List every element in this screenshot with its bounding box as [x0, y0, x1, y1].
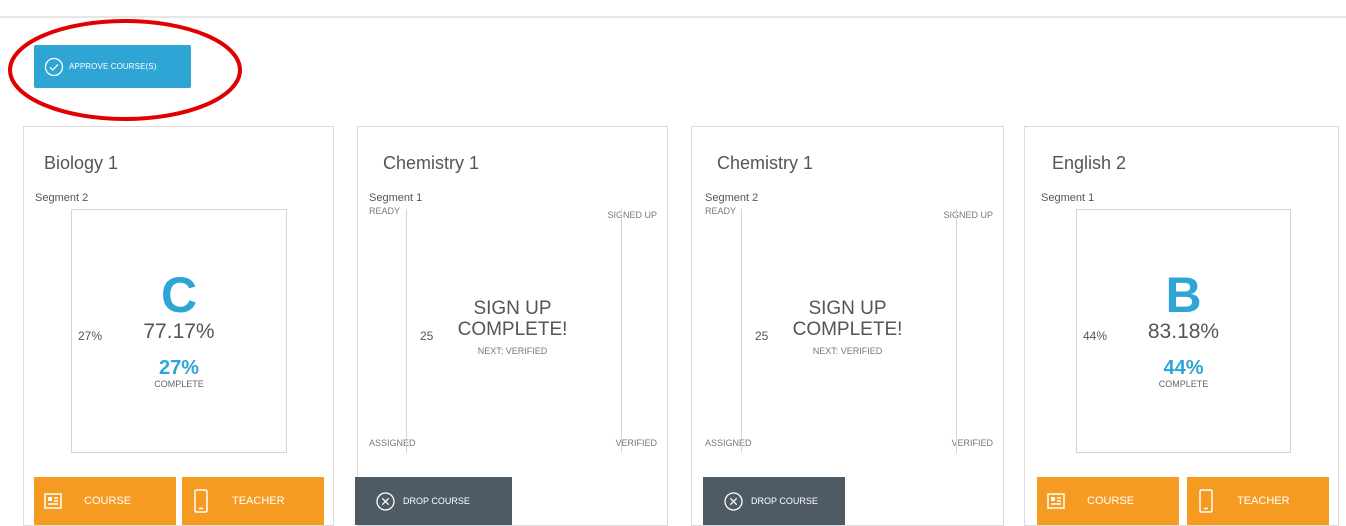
course-card-biology-1: Biology 1 Segment 2 C 27% 77.17% 27% COM… — [23, 126, 334, 526]
teacher-button-label: TEACHER — [1237, 495, 1290, 507]
complete-label: COMPLETE — [1158, 379, 1209, 389]
x-circle-icon — [376, 491, 395, 511]
course-button[interactable]: COURSE — [1037, 477, 1179, 525]
course-segment: Segment 1 — [1041, 192, 1095, 204]
signup-status: SIGN UP COMPLETE! — [358, 298, 667, 341]
grade-percent: 77.17% — [143, 320, 215, 343]
ready-label: READY — [705, 206, 737, 216]
course-segment: Segment 2 — [35, 192, 89, 204]
top-divider — [0, 16, 1346, 18]
approve-courses-button[interactable]: APPROVE COURSE(S) — [34, 45, 191, 88]
teacher-button[interactable]: TEACHER — [182, 477, 324, 525]
signup-status-line-1: SIGN UP — [473, 298, 552, 319]
signup-status: SIGN UP COMPLETE! — [692, 298, 1003, 341]
drop-course-label: DROP COURSE — [403, 496, 470, 506]
course-title: Chemistry 1 — [383, 153, 480, 173]
ready-label: READY — [369, 206, 401, 216]
drop-course-button[interactable]: DROP COURSE — [355, 477, 512, 525]
complete-label: COMPLETE — [154, 379, 204, 389]
course-card-icon — [1047, 489, 1065, 513]
drop-course-button[interactable]: DROP COURSE — [703, 477, 845, 525]
teacher-button[interactable]: TEACHER — [1187, 477, 1329, 525]
course-card-chemistry-1-seg-2: Chemistry 1 Segment 2 READY SIGNED UP AS… — [691, 126, 1004, 526]
signup-status-line-1: SIGN UP — [808, 298, 887, 319]
grade-letter: B — [1165, 267, 1202, 323]
phone-icon — [1197, 489, 1215, 513]
course-button-label: COURSE — [1087, 495, 1135, 507]
complete-percent: 27% — [158, 357, 200, 379]
verified-label: VERIFIED — [951, 438, 993, 448]
course-card-icon — [44, 489, 62, 513]
approve-courses-label: APPROVE COURSE(S) — [69, 62, 157, 71]
check-circle-icon — [44, 57, 64, 77]
course-title: Biology 1 — [44, 153, 119, 173]
grade-letter: C — [160, 267, 198, 323]
course-button-label: COURSE — [84, 495, 132, 507]
course-card-english-2: English 2 Segment 1 B 44% 83.18% 44% COM… — [1024, 126, 1339, 526]
course-button[interactable]: COURSE — [34, 477, 176, 525]
grade-percent: 83.18% — [1147, 320, 1220, 343]
signup-status-line-2: COMPLETE! — [792, 318, 903, 340]
complete-percent: 44% — [1163, 357, 1204, 379]
grade-panel: C 27% 77.17% 27% COMPLETE — [71, 209, 287, 453]
drop-course-label: DROP COURSE — [751, 496, 818, 506]
x-circle-icon — [724, 491, 743, 511]
course-title: Chemistry 1 — [717, 153, 814, 173]
course-title: English 2 — [1052, 153, 1127, 173]
phone-icon — [192, 489, 210, 513]
next-step-label: NEXT: VERIFIED — [812, 346, 883, 356]
course-segment: Segment 2 — [705, 192, 759, 204]
course-segment: Segment 1 — [369, 192, 423, 204]
next-step-label: NEXT: VERIFIED — [477, 346, 548, 356]
signup-status-line-2: COMPLETE! — [457, 318, 568, 340]
teacher-button-label: TEACHER — [232, 495, 285, 507]
grade-panel: B 44% 83.18% 44% COMPLETE — [1076, 209, 1291, 453]
course-card-chemistry-1-seg-1: Chemistry 1 Segment 1 READY SIGNED UP AS… — [355, 126, 668, 526]
